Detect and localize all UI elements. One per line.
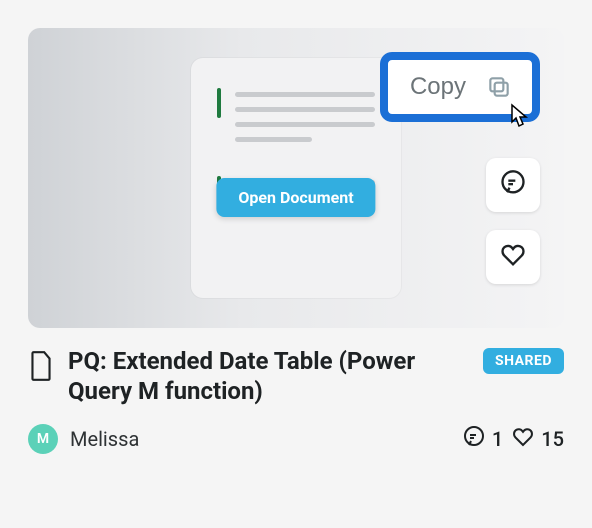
- card-stats: 1 15: [462, 425, 564, 454]
- comment-icon: [462, 425, 486, 454]
- open-document-label: Open Document: [238, 188, 353, 207]
- card-footer: M Melissa 1: [28, 406, 564, 454]
- comment-count[interactable]: 1: [462, 425, 503, 454]
- thumbnail-area[interactable]: Copy Open Document: [28, 28, 564, 328]
- card-title[interactable]: PQ: Extended Date Table (Power Query M f…: [68, 346, 469, 406]
- author-name[interactable]: Melissa: [70, 427, 462, 451]
- heart-icon: [499, 241, 527, 273]
- author-avatar[interactable]: M: [28, 424, 58, 454]
- like-count[interactable]: 15: [511, 425, 564, 454]
- copy-button-label: Copy: [410, 73, 466, 101]
- document-card: Copy Open Document: [28, 28, 564, 454]
- like-button[interactable]: [486, 230, 540, 284]
- side-actions: [486, 158, 540, 284]
- open-document-button[interactable]: Open Document: [216, 178, 375, 217]
- card-meta: PQ: Extended Date Table (Power Query M f…: [28, 328, 564, 406]
- like-count-value: 15: [541, 427, 564, 451]
- shared-badge: SHARED: [483, 348, 564, 374]
- heart-icon: [511, 425, 535, 454]
- comment-icon: [499, 169, 527, 201]
- copy-icon: [484, 72, 514, 102]
- file-icon: [28, 346, 54, 386]
- comment-count-value: 1: [492, 427, 503, 451]
- copy-highlight-frame: Copy: [380, 52, 540, 122]
- copy-button[interactable]: Copy: [388, 60, 532, 114]
- comment-button[interactable]: [486, 158, 540, 212]
